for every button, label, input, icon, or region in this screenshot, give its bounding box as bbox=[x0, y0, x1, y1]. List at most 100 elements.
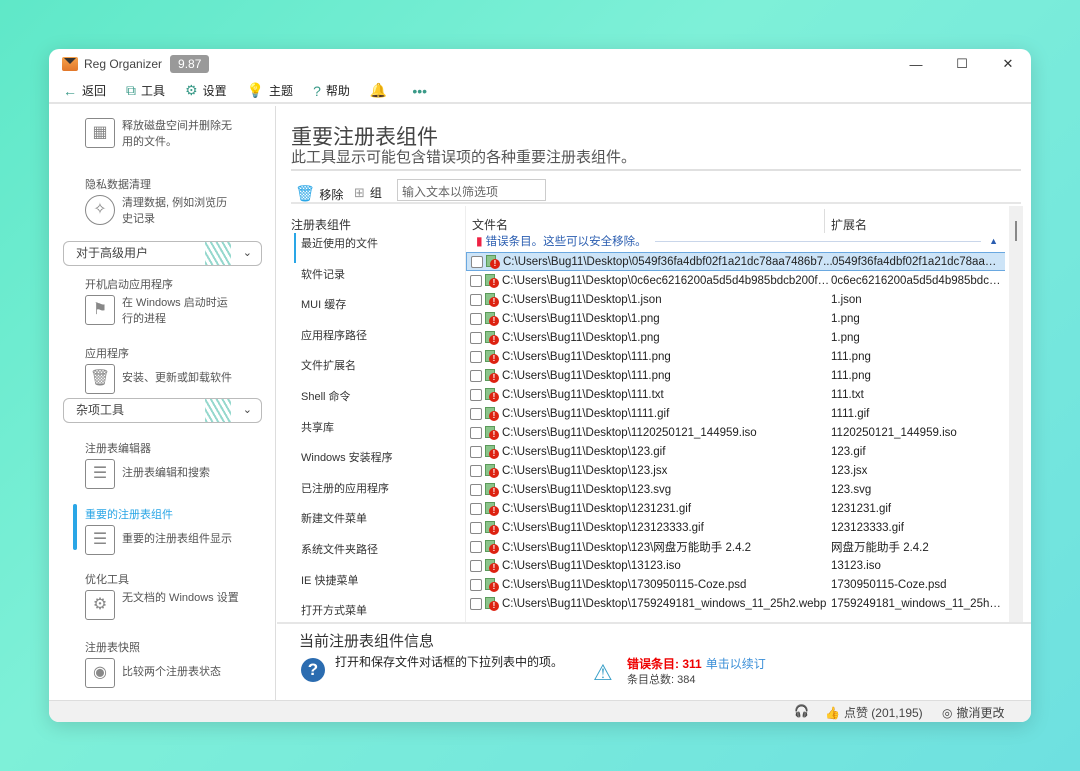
row-checkbox[interactable] bbox=[470, 464, 482, 477]
row-checkbox[interactable] bbox=[470, 559, 482, 572]
file-error-icon: ! bbox=[485, 482, 500, 497]
fix-link[interactable]: 单击以续订 bbox=[706, 657, 766, 671]
category-item[interactable]: Shell 命令 bbox=[301, 387, 351, 407]
sidebar-item-registry-editor[interactable]: 注册表编辑器 ☰ 注册表编辑和搜索 bbox=[85, 440, 262, 489]
group-button[interactable]: ⊞ 组 bbox=[354, 184, 382, 201]
sidebar-item-privacy-cleanup[interactable]: 隐私数据清理 ✧ 清理数据, 例如浏览历史记录 bbox=[85, 176, 237, 227]
table-row[interactable]: ! C:\Users\Bug11\Desktop\1.json 1.json bbox=[466, 290, 1005, 309]
category-selected-indicator bbox=[294, 233, 296, 263]
row-checkbox[interactable] bbox=[470, 369, 482, 382]
table-row[interactable]: ! C:\Users\Bug11\Desktop\123.svg 123.svg bbox=[466, 480, 1005, 499]
category-item[interactable]: MUI 缓存 bbox=[301, 295, 346, 315]
filename-cell: C:\Users\Bug11\Desktop\123\网盘万能助手 2.4.2 bbox=[502, 541, 752, 554]
minimize-button[interactable]: — bbox=[893, 49, 939, 79]
filename-cell: C:\Users\Bug11\Desktop\123123333.gif bbox=[502, 521, 704, 534]
collapse-icon[interactable]: ▲ bbox=[989, 236, 998, 246]
category-item[interactable]: 已注册的应用程序 bbox=[301, 479, 389, 499]
category-list: 注册表组件 最近使用的文件 软件记录 MUI 缓存 应用程序路径 文件扩展名 Shell … bbox=[291, 206, 463, 624]
category-item[interactable]: 打开方式菜单 bbox=[301, 601, 367, 621]
category-item[interactable]: 文件扩展名 bbox=[301, 356, 356, 376]
file-error-icon: ! bbox=[485, 596, 500, 611]
row-checkbox[interactable] bbox=[470, 350, 482, 363]
table-row[interactable]: ! C:\Users\Bug11\Desktop\123.gif 123.gif bbox=[466, 442, 1005, 461]
lightbulb-button[interactable]: 💡 主题 bbox=[247, 82, 293, 99]
file-error-icon: ! bbox=[485, 368, 500, 383]
table-row[interactable]: ! C:\Users\Bug11\Desktop\1730950115-Coze.… bbox=[466, 575, 1005, 594]
filename-cell: C:\Users\Bug11\Desktop\0c6ec6216200a5d5d… bbox=[502, 274, 832, 287]
table-row[interactable]: ! C:\Users\Bug11\Desktop\0c6ec6216200a5d5… bbox=[466, 271, 1005, 290]
row-checkbox[interactable] bbox=[470, 388, 482, 401]
file-error-icon: ! bbox=[485, 311, 500, 326]
table-row[interactable]: ! C:\Users\Bug11\Desktop\111.png 111.png bbox=[466, 366, 1005, 385]
table-row[interactable]: ! C:\Users\Bug11\Desktop\1.png 1.png bbox=[466, 328, 1005, 347]
table-row[interactable]: ! C:\Users\Bug11\Desktop\111.png 111.png bbox=[466, 347, 1005, 366]
category-item[interactable]: 新建文件菜单 bbox=[301, 509, 367, 529]
column-header-filename[interactable]: 文件名 bbox=[472, 216, 508, 233]
more-button[interactable]: ••• bbox=[412, 83, 432, 99]
row-checkbox[interactable] bbox=[470, 445, 482, 458]
category-item[interactable]: IE 快捷菜单 bbox=[301, 571, 358, 591]
group-row-errors[interactable]: ▮ 错误条目。这些可以安全移除。 ▲ bbox=[476, 232, 1004, 250]
table-row[interactable]: ! C:\Users\Bug11\Desktop\1231231.gif 12312… bbox=[466, 499, 1005, 518]
category-item[interactable]: Windows 安装程序 bbox=[301, 448, 393, 468]
undo-changes-button[interactable]: ◎ 撤消更改 bbox=[942, 704, 1005, 721]
table-row[interactable]: ! C:\Users\Bug11\Desktop\1.png 1.png bbox=[466, 309, 1005, 328]
category-item[interactable]: 最近使用的文件 bbox=[301, 234, 378, 254]
group-advanced-users[interactable]: 对于高级用户 ⌄ bbox=[63, 241, 262, 266]
sidebar-item-snapshot[interactable]: 注册表快照 ◉ 比较两个注册表状态 bbox=[85, 639, 262, 688]
row-checkbox[interactable] bbox=[470, 407, 482, 420]
help-button[interactable]: ? 帮助 bbox=[313, 82, 350, 99]
back-arrow-button[interactable]: ← 返回 bbox=[63, 82, 106, 99]
maximize-button[interactable]: ☐ bbox=[939, 49, 985, 79]
remove-button[interactable]: 🗑 移除 bbox=[295, 184, 343, 204]
table-row[interactable]: ! C:\Users\Bug11\Desktop\0549f36fa4dbf02f… bbox=[466, 252, 1005, 271]
sidebar-item-disk-cleanup[interactable]: ▦ 释放磁盘空间并删除无用的文件。 bbox=[85, 118, 237, 150]
row-checkbox[interactable] bbox=[470, 597, 482, 610]
table-row[interactable]: ! C:\Users\Bug11\Desktop\1120250121_14495… bbox=[466, 423, 1005, 442]
bell-icon: 🔔 bbox=[369, 82, 388, 98]
main-panel: 重要注册表组件 此工具显示可能包含错误项的各种重要注册表组件。 🗑 移除 ⊞ 组 输… bbox=[277, 106, 1031, 700]
sidebar-item-important-registry[interactable]: 重要的注册表组件 ☰ 重要的注册表组件显示 bbox=[85, 506, 262, 555]
category-item[interactable]: 应用程序路径 bbox=[301, 326, 367, 346]
toolbox-button[interactable]: ⧉ 工具 bbox=[126, 82, 165, 99]
table-row[interactable]: ! C:\Users\Bug11\Desktop\1759249181_windo… bbox=[466, 594, 1005, 613]
row-checkbox[interactable] bbox=[470, 312, 482, 325]
support-headset-icon[interactable]: 🎧 bbox=[794, 704, 809, 718]
row-checkbox[interactable] bbox=[470, 578, 482, 591]
row-checkbox[interactable] bbox=[471, 255, 483, 268]
category-item[interactable]: 共享库 bbox=[301, 418, 334, 438]
row-checkbox[interactable] bbox=[470, 540, 482, 553]
table-row[interactable]: ! C:\Users\Bug11\Desktop\1111.gif 1111.gif bbox=[466, 404, 1005, 423]
close-button[interactable]: ✕ bbox=[985, 49, 1031, 79]
filename-cell: C:\Users\Bug11\Desktop\111.png bbox=[502, 369, 671, 382]
row-checkbox[interactable] bbox=[470, 426, 482, 439]
sidebar-item-startup[interactable]: 开机启动应用程序 ⚑ 在 Windows 启动时运行的进程 bbox=[85, 276, 237, 327]
row-checkbox[interactable] bbox=[470, 521, 482, 534]
filename-cell: C:\Users\Bug11\Desktop\1.json bbox=[502, 293, 662, 306]
file-error-icon: ! bbox=[485, 330, 500, 345]
table-row[interactable]: ! C:\Users\Bug11\Desktop\123\网盘万能助手 2.4.2… bbox=[466, 537, 1005, 556]
category-item[interactable]: 系统文件夹路径 bbox=[301, 540, 378, 560]
filter-input[interactable]: 输入文本以筛选项 bbox=[397, 179, 546, 201]
table-row[interactable]: ! C:\Users\Bug11\Desktop\123.jsx 123.jsx bbox=[466, 461, 1005, 480]
table-row[interactable]: ! C:\Users\Bug11\Desktop\13123.iso 13123.i… bbox=[466, 556, 1005, 575]
lightbulb-icon: 💡 bbox=[246, 82, 265, 98]
row-checkbox[interactable] bbox=[470, 274, 482, 287]
gear-button[interactable]: ⚙ 设置 bbox=[185, 82, 227, 99]
row-checkbox[interactable] bbox=[470, 483, 482, 496]
category-item[interactable]: 软件记录 bbox=[301, 265, 345, 285]
column-header-extension[interactable]: 扩展名 bbox=[831, 216, 867, 233]
sidebar-item-applications[interactable]: 应用程序 🗑 安装、更新或卸载软件 bbox=[85, 345, 262, 394]
vertical-scrollbar[interactable] bbox=[1009, 206, 1023, 624]
row-checkbox[interactable] bbox=[470, 502, 482, 515]
row-checkbox[interactable] bbox=[470, 293, 482, 306]
group-misc-tools[interactable]: 杂项工具 ⌄ bbox=[63, 398, 262, 423]
sidebar-item-tweaks[interactable]: 优化工具 ⚙ 无文档的 Windows 设置 bbox=[85, 571, 247, 620]
row-checkbox[interactable] bbox=[470, 331, 482, 344]
uninstall-box-icon: 🗑 bbox=[85, 364, 115, 394]
table-row[interactable]: ! C:\Users\Bug11\Desktop\123123333.gif 123… bbox=[466, 518, 1005, 537]
like-button[interactable]: 👍 点赞 (201,195) bbox=[825, 704, 923, 721]
bell-button[interactable]: 🔔 bbox=[370, 82, 392, 99]
filename-cell: C:\Users\Bug11\Desktop\1111.gif bbox=[502, 407, 670, 420]
table-row[interactable]: ! C:\Users\Bug11\Desktop\111.txt 111.txt bbox=[466, 385, 1005, 404]
